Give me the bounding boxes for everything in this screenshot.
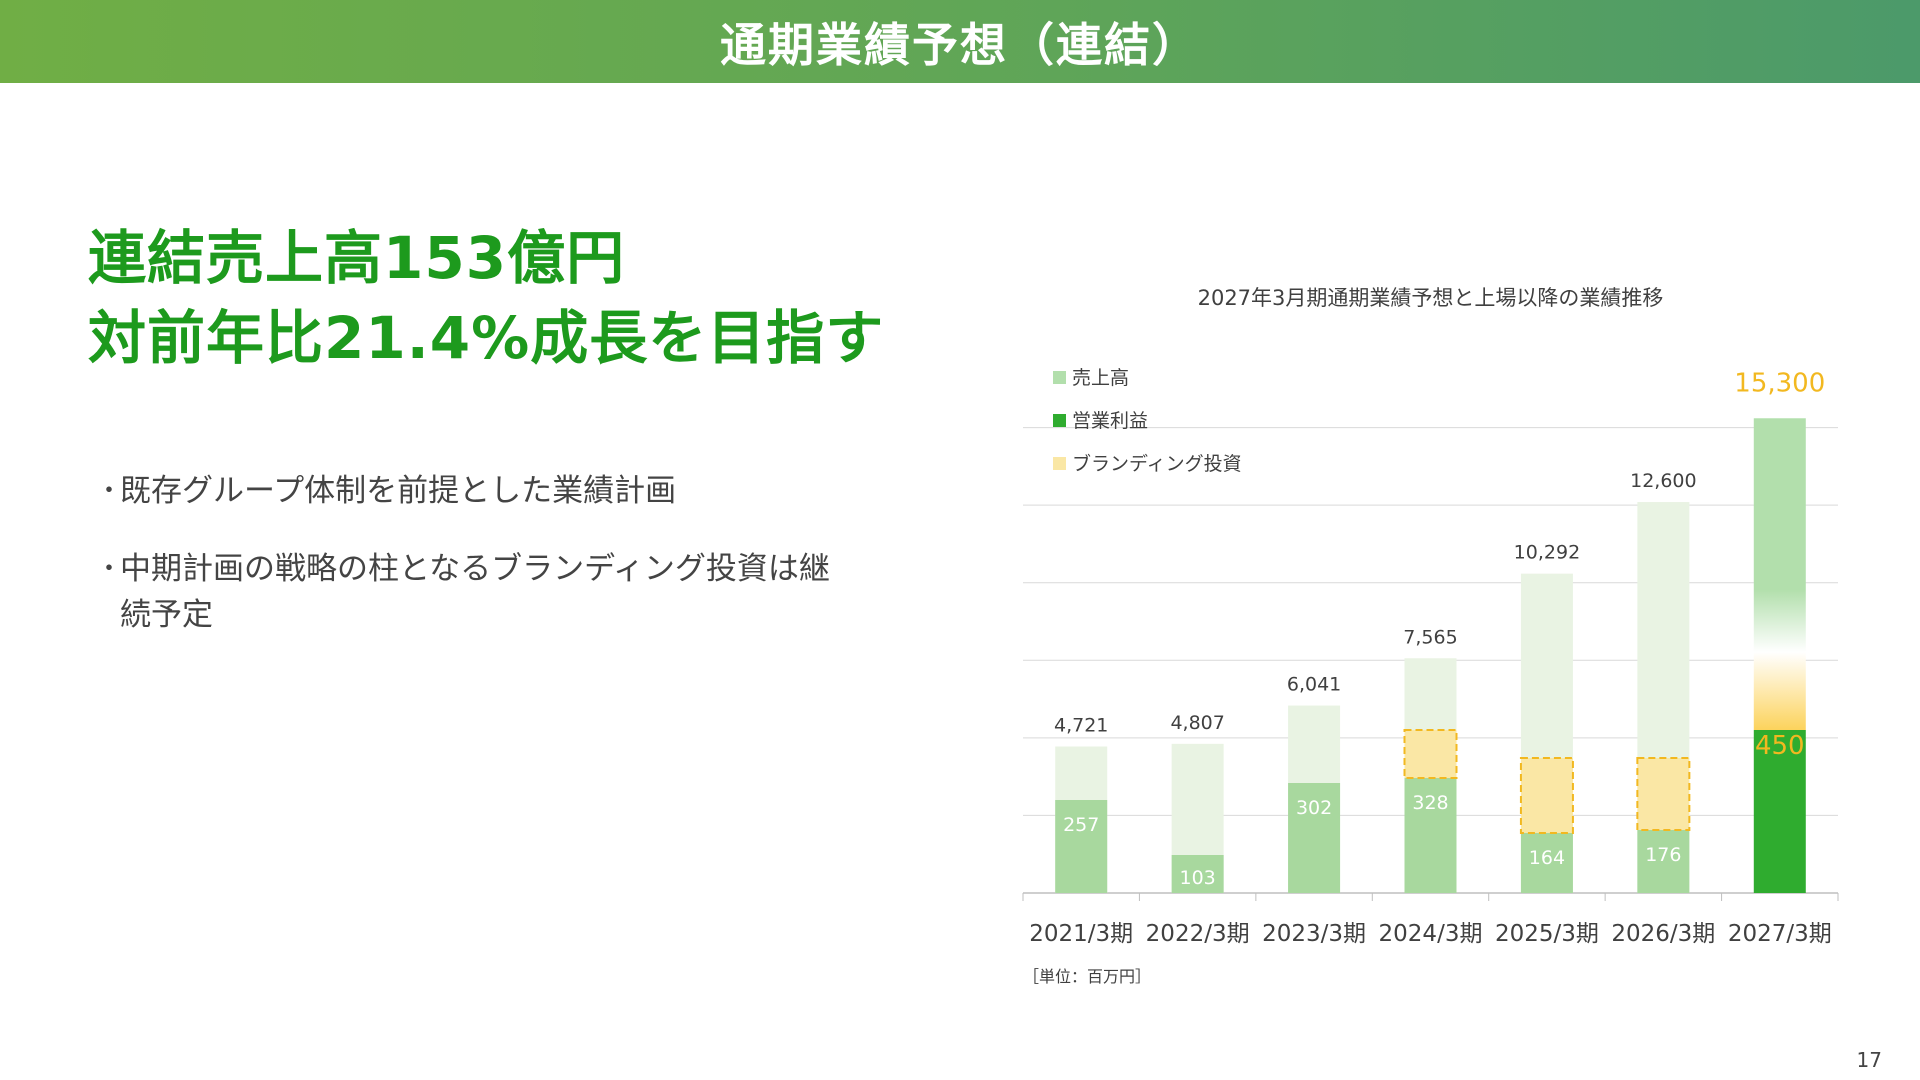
branding-investment-box xyxy=(1636,757,1691,831)
operating-profit-data-label: 103 xyxy=(1180,867,1216,889)
operating-profit-data-label: 257 xyxy=(1063,814,1099,836)
legend-swatch xyxy=(1053,457,1066,470)
legend-swatch xyxy=(1053,371,1066,384)
operating-profit-data-label: 302 xyxy=(1296,797,1332,819)
revenue-data-label: 12,600 xyxy=(1630,470,1696,492)
revenue-data-label: 7,565 xyxy=(1403,626,1457,648)
revenue-data-label: 10,292 xyxy=(1514,542,1580,564)
x-tick-label: 2021/3期 xyxy=(1029,921,1133,947)
revenue-data-label: 6,041 xyxy=(1287,674,1341,696)
operating-profit-data-label: 328 xyxy=(1412,792,1448,814)
x-tick-label: 2025/3期 xyxy=(1495,921,1599,947)
unit-note: ［単位：百万円］ xyxy=(1023,967,1151,986)
revenue-data-label: 4,807 xyxy=(1170,712,1224,734)
branding-investment-box xyxy=(1403,729,1458,779)
operating-profit-data-label: 176 xyxy=(1645,844,1681,866)
x-tick-label: 2026/3期 xyxy=(1611,921,1715,947)
legend-label: 営業利益 xyxy=(1072,410,1148,432)
performance-chart: 2027年3月期通期業績予想と上場以降の業績推移 4,721 257 2021/3期 4… xyxy=(1022,286,1839,986)
legend-label: ブランディング投資 xyxy=(1072,452,1242,475)
revenue-data-label-forecast: 15,300 xyxy=(1734,368,1825,398)
x-tick-label: 2027/3期 xyxy=(1728,921,1832,947)
operating-profit-data-label: 164 xyxy=(1529,847,1565,869)
x-tick-label: 2023/3期 xyxy=(1262,921,1366,947)
revenue-bar-forecast xyxy=(1753,418,1806,730)
page-number: 17 xyxy=(1856,1048,1882,1072)
legend-label: 売上高 xyxy=(1072,367,1129,389)
branding-investment-box xyxy=(1519,757,1574,834)
x-tick-label: 2024/3期 xyxy=(1379,921,1483,947)
operating-profit-data-label-forecast: 450 xyxy=(1755,731,1805,761)
x-tick-label: 2022/3期 xyxy=(1146,921,1250,947)
revenue-data-label: 4,721 xyxy=(1054,715,1108,737)
chart-title: 2027年3月期通期業績予想と上場以降の業績推移 xyxy=(1198,286,1664,310)
legend-swatch xyxy=(1053,414,1066,427)
